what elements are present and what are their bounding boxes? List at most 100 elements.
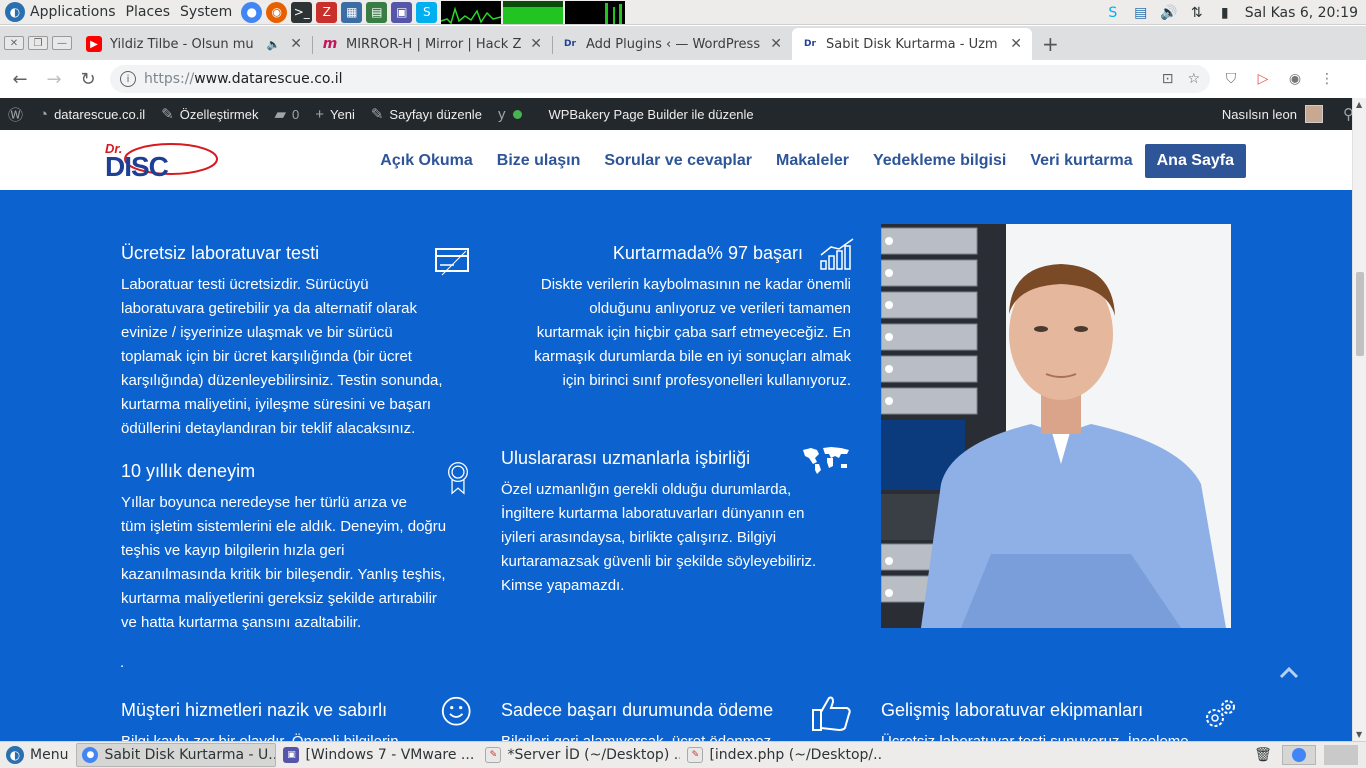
browser-toolbar: ← → ↻ i https://www.datarescue.co.il ⊡ ☆…: [0, 60, 1366, 98]
url-host: www.datarescue.co.il: [194, 71, 343, 87]
skype-launcher-icon[interactable]: S: [416, 1, 438, 23]
nav-yedekleme[interactable]: Yedekleme bilgisi: [873, 152, 1006, 170]
scrollbar-thumb[interactable]: [1356, 272, 1364, 356]
memory-monitor-graph: [503, 0, 564, 24]
wp-new-link[interactable]: + Yeni: [307, 98, 363, 130]
nav-ana-sayfa[interactable]: Ana Sayfa: [1144, 144, 1246, 178]
forward-icon[interactable]: →: [40, 65, 68, 93]
wp-comments-link[interactable]: ▰ 0: [266, 98, 307, 130]
filezilla-launcher-icon[interactable]: Z: [316, 1, 338, 23]
scroll-to-top-icon[interactable]: [1279, 665, 1299, 679]
profile-icon[interactable]: ◉: [1284, 68, 1306, 90]
wp-edit-link[interactable]: ✎ Sayfayı düzenle: [363, 98, 490, 130]
menu-dots-icon[interactable]: ⋮: [1316, 68, 1338, 90]
task-label: [index.php (~/Desktop/...: [709, 747, 883, 763]
task-vmware[interactable]: ▣ [Windows 7 - VMware ...: [278, 743, 478, 767]
close-tab-icon[interactable]: ✕: [290, 36, 302, 52]
feature-body: Laboratuar testi ücretsizdir. Sürücüyü l…: [121, 276, 443, 437]
wp-customize-link[interactable]: ✎ Özelleştirmek: [153, 98, 266, 130]
vmware-icon: ▣: [283, 747, 300, 763]
feature-title: 10 yıllık deneyim: [121, 461, 256, 481]
yoast-menu[interactable]: y: [490, 98, 541, 130]
nav-acik-okuma[interactable]: Açık Okuma: [380, 152, 472, 170]
window-close-icon[interactable]: ✕: [4, 36, 24, 50]
drdisc-favicon: Dr: [804, 39, 816, 49]
address-bar[interactable]: i https://www.datarescue.co.il ⊡ ☆: [110, 65, 1210, 93]
wp-account-menu[interactable]: Nasılsın leon: [1214, 98, 1331, 130]
wp-logo-menu[interactable]: Ⓦ: [0, 98, 31, 130]
wp-admin-bar: Ⓦ ◔ datarescue.co.il ✎ Özelleştirmek ▰ 0 + Y…: [0, 98, 1366, 130]
feature-body: Ücretsiz laboratuvar testi sunuyoruz. İn…: [881, 730, 1231, 741]
comments-count: 0: [292, 106, 300, 122]
workspace-switcher-icon[interactable]: [1282, 745, 1316, 765]
terminal-launcher-icon[interactable]: >_: [291, 1, 313, 23]
reload-icon[interactable]: ↻: [74, 65, 102, 93]
task-index-php[interactable]: ✎ [index.php (~/Desktop/...: [682, 743, 882, 767]
feature-body: Özel uzmanlığın gerekli olduğu durumlard…: [501, 481, 817, 594]
close-tab-icon[interactable]: ✕: [530, 36, 542, 52]
new-tab-icon[interactable]: +: [1042, 28, 1059, 60]
window-minimize-icon[interactable]: —: [52, 36, 72, 50]
feature-title: Müşteri hizmetleri nazik ve sabırlı: [121, 700, 388, 720]
chrome-launcher-icon[interactable]: ●: [241, 1, 263, 23]
wp-greeting: Nasılsın leon: [1221, 106, 1297, 122]
tab-sabit-disk[interactable]: Dr Sabit Disk Kurtarma - Uzm ✕: [792, 28, 1032, 60]
places-menu[interactable]: Places: [121, 0, 176, 25]
scroll-down-icon[interactable]: ▼: [1356, 730, 1362, 739]
system-menu[interactable]: System: [175, 0, 237, 25]
wpbakery-link[interactable]: WPBakery Page Builder ile düzenle: [540, 98, 761, 130]
task-chrome[interactable]: ● Sabit Disk Kurtarma - U...: [76, 743, 277, 767]
site-logo[interactable]: Dr. DISC: [105, 139, 220, 183]
network-monitor-graph: [565, 0, 626, 24]
tab-youtube[interactable]: ▶ Yildiz Tilbe - Olsun mu 🔈 ✕: [76, 28, 312, 60]
feature-title: Sadece başarı durumunda ödeme: [501, 700, 774, 720]
wpbakery-label: WPBakery Page Builder ile düzenle: [548, 106, 754, 122]
avatar: [1305, 105, 1323, 123]
scroll-up-icon[interactable]: ▲: [1356, 100, 1362, 109]
network-launcher-icon[interactable]: ▤: [366, 1, 388, 23]
volume-icon[interactable]: 🔊: [1159, 3, 1179, 23]
trash-icon[interactable]: 🗑: [1252, 745, 1274, 765]
distro-logo-icon: ◐: [5, 2, 25, 22]
main-nav: Açık Okuma Bize ulaşın Sorular ve cevapl…: [356, 144, 1246, 178]
speaker-icon[interactable]: 🔈: [267, 38, 281, 51]
features-section: Ücretsiz laboratuvar testi Laboratuar te…: [0, 190, 1352, 741]
cast-extension-icon[interactable]: ▷: [1252, 68, 1274, 90]
back-icon[interactable]: ←: [6, 65, 34, 93]
firefox-launcher-icon[interactable]: ◉: [266, 1, 288, 23]
update-tray-icon[interactable]: ▤: [1131, 3, 1151, 23]
start-menu-button[interactable]: ◐ Menu: [0, 742, 74, 768]
task-server-id[interactable]: ✎ *Server İD (~/Desktop) ...: [480, 743, 680, 767]
page-scrollbar[interactable]: ▲ ▼: [1352, 98, 1366, 741]
bookmark-star-icon[interactable]: ☆: [1187, 71, 1200, 87]
close-tab-icon[interactable]: ✕: [1010, 36, 1022, 52]
network-arrows-icon[interactable]: ⇅: [1187, 3, 1207, 23]
thumbs-up-icon: [812, 696, 851, 732]
tab-add-plugins[interactable]: Dr Add Plugins ‹ — WordPress ✕: [552, 28, 792, 60]
shield-extension-icon[interactable]: ⛉: [1220, 68, 1242, 90]
yoast-icon: y: [497, 105, 506, 123]
tab-mirror-h[interactable]: m MIRROR-H | Mirror | Hack Z ✕: [312, 28, 552, 60]
site-info-icon[interactable]: i: [120, 71, 136, 87]
window-restore-icon[interactable]: ❐: [28, 36, 48, 50]
translate-icon[interactable]: ⊡: [1162, 71, 1174, 87]
feature-lab-equipment: Gelişmiş laboratuvar ekipmanları Ücretsi…: [881, 700, 1235, 741]
wp-site-link[interactable]: ◔ datarescue.co.il: [31, 98, 153, 130]
feature-title: Gelişmiş laboratuvar ekipmanları: [881, 700, 1144, 720]
nav-veri-kurtarma[interactable]: Veri kurtarma: [1030, 152, 1132, 170]
screenshot-launcher-icon[interactable]: ▦: [341, 1, 363, 23]
nav-bize-ulasin[interactable]: Bize ulaşın: [497, 152, 581, 170]
nav-sorular[interactable]: Sorular ve cevaplar: [604, 152, 752, 170]
plus-icon: +: [315, 105, 325, 123]
battery-icon[interactable]: ▮: [1215, 3, 1235, 23]
vmware-launcher-icon[interactable]: ▣: [391, 1, 413, 23]
skype-tray-icon[interactable]: S: [1103, 3, 1123, 23]
feature-success-rate: Kurtarmada% 97 başarı Diskte verilerin k…: [501, 238, 854, 393]
feature-experience: 10 yıllık deneyim Yıllar boyunca neredey…: [121, 461, 471, 635]
applications-menu[interactable]: ◐ Applications: [0, 0, 121, 25]
workspace-2-icon[interactable]: [1324, 745, 1358, 765]
clock[interactable]: Sal Kas 6, 20:19: [1245, 5, 1358, 21]
nav-makaleler[interactable]: Makaleler: [776, 152, 849, 170]
task-label: *Server İD (~/Desktop) ...: [507, 747, 681, 763]
close-tab-icon[interactable]: ✕: [770, 36, 782, 52]
